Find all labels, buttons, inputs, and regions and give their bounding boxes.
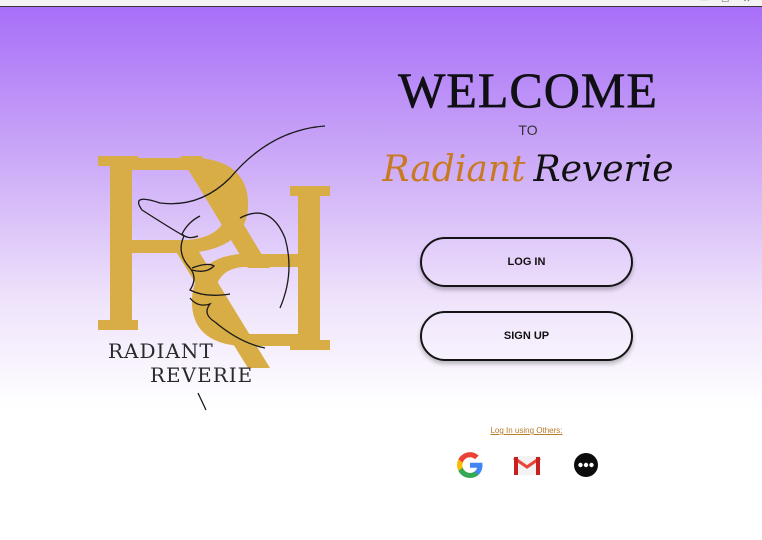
maximize-button[interactable]: ☐ <box>721 0 729 5</box>
more-options-icon[interactable] <box>570 449 602 481</box>
logo-text-radiant: RADIANT <box>108 339 214 363</box>
logo-text-reverie: REVERIE <box>150 363 253 387</box>
signup-button[interactable]: SIGN UP <box>420 311 633 361</box>
title-bar: — ☐ ✕ <box>0 0 762 7</box>
gmail-icon[interactable] <box>511 449 543 481</box>
radiant-reverie-logo: RADIANT REVERIE <box>80 118 350 418</box>
brand-name: Radiant Reverie <box>370 142 686 198</box>
brand-word-radiant: Radiant <box>382 149 526 190</box>
logo-graphic: RADIANT REVERIE <box>98 125 330 411</box>
login-others-link[interactable]: Log In using Others: <box>420 426 633 435</box>
welcome-title: WELCOME <box>398 62 658 119</box>
login-button[interactable]: LOG IN <box>420 237 633 287</box>
minimize-button[interactable]: — <box>700 0 709 5</box>
app-window: — ☐ ✕ RADIANT REVERIE WELCOME TO Radiant… <box>0 0 762 540</box>
google-icon[interactable] <box>454 449 486 481</box>
brand-word-reverie: Reverie <box>533 149 674 190</box>
welcome-to-text: TO <box>518 122 538 138</box>
close-button[interactable]: ✕ <box>743 0 751 5</box>
